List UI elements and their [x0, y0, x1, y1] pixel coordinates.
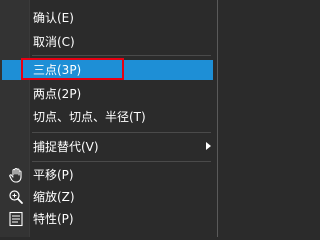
menu-item-label: 平移(P): [33, 168, 74, 182]
menu-separator: [32, 161, 211, 162]
highlight-box: [21, 58, 124, 80]
menu-item-label: 切点、切点、半径(T): [33, 110, 146, 124]
menu-item-two-point[interactable]: 两点(2P): [0, 84, 217, 104]
menu-item-snap-override[interactable]: 捕捉替代(V): [0, 137, 217, 157]
menu-item-label: 两点(2P): [33, 87, 82, 101]
menu-separator: [32, 55, 211, 56]
zoom-icon: [7, 188, 25, 206]
hand-pan-icon: [7, 166, 25, 184]
menu-item-zoom[interactable]: 缩放(Z): [0, 187, 217, 207]
menu-item-cancel[interactable]: 取消(C): [0, 32, 217, 52]
menu-item-label: 确认(E): [33, 11, 74, 25]
menu-item-properties[interactable]: 特性(P): [0, 209, 217, 229]
menu-item-label: 捕捉替代(V): [33, 140, 99, 154]
menu-item-label: 缩放(Z): [33, 190, 75, 204]
submenu-arrow-icon: [206, 142, 211, 150]
menu-item-label: 取消(C): [33, 35, 75, 49]
menu-item-pan[interactable]: 平移(P): [0, 165, 217, 185]
properties-icon: [7, 210, 25, 228]
menu-item-confirm[interactable]: 确认(E): [0, 8, 217, 28]
menu-item-tan-tan-radius[interactable]: 切点、切点、半径(T): [0, 107, 217, 127]
context-menu: 确认(E) 取消(C) 三点(3P) 两点(2P) 切点、切点、半径(T) 捕捉…: [0, 0, 218, 237]
menu-separator: [32, 132, 211, 133]
menu-item-label: 特性(P): [33, 212, 74, 226]
